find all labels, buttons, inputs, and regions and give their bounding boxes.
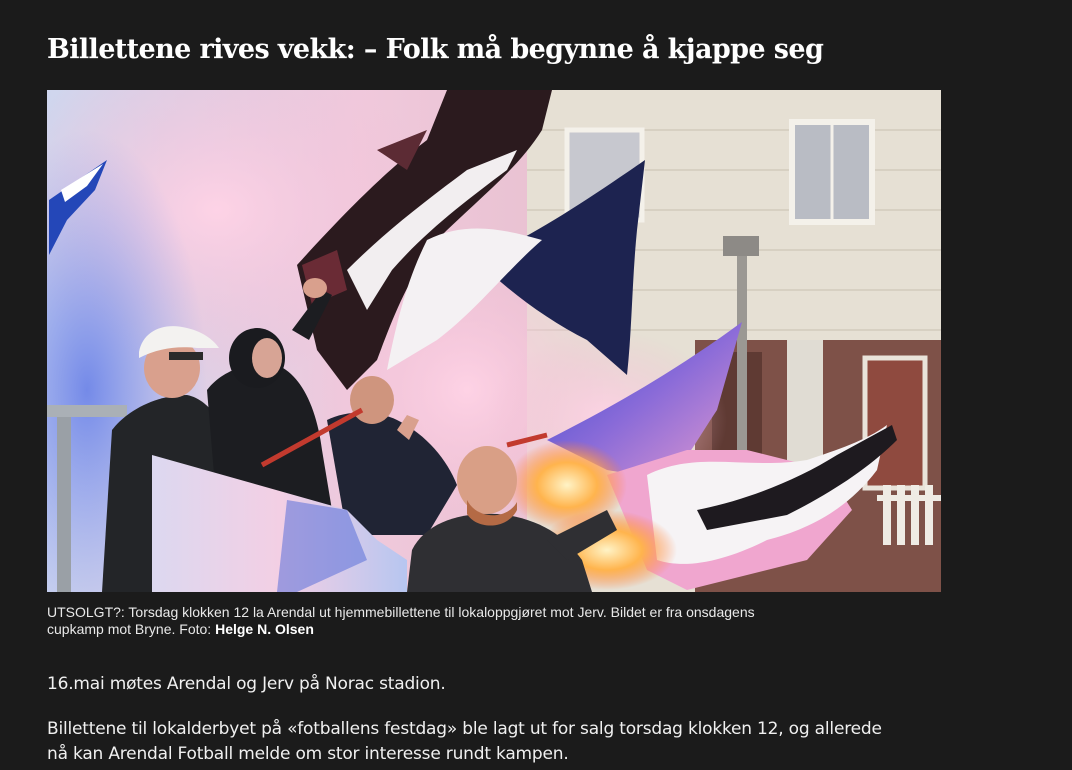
paragraph-2-line-2: nå kan Arendal Fotball melde om stor int… [47, 744, 569, 764]
article-paragraph-2: Billettene til lokalderbyet på «fotballe… [47, 717, 1007, 767]
article-paragraph-1: 16.mai møtes Arendal og Jerv på Norac st… [47, 672, 1007, 697]
caption-line-1: UTSOLGT?: Torsdag klokken 12 la Arendal … [47, 604, 755, 620]
paragraph-1-line-1: 16.mai møtes Arendal og Jerv på Norac st… [47, 674, 446, 694]
photo-caption: UTSOLGT?: Torsdag klokken 12 la Arendal … [47, 604, 947, 638]
photo-supporters-with-flags [47, 90, 941, 592]
photographer-name: Helge N. Olsen [215, 621, 314, 637]
caption-line-2: cupkamp mot Bryne. Foto: Helge N. Olsen [47, 621, 947, 638]
article-photo[interactable] [47, 90, 941, 592]
page-top-strip [0, 0, 1072, 10]
article-headline: Billettene rives vekk: – Folk må begynne… [47, 34, 824, 65]
caption-credit-prefix: cupkamp mot Bryne. Foto: [47, 621, 216, 637]
paragraph-2-line-1: Billettene til lokalderbyet på «fotballe… [47, 719, 882, 739]
